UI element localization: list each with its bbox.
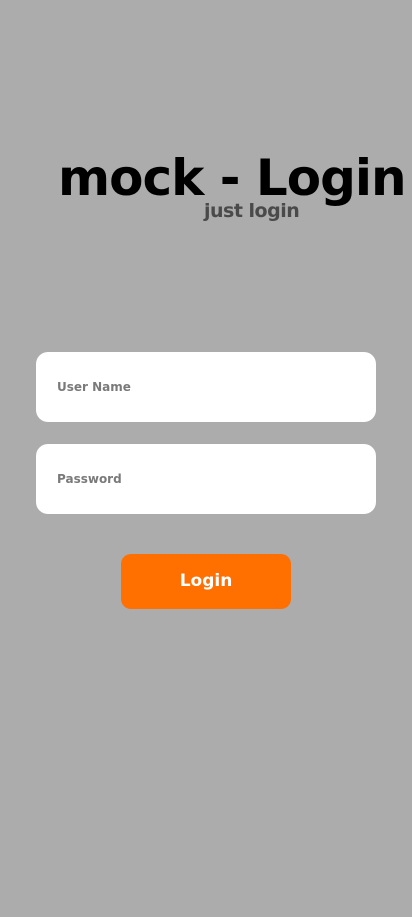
password-field[interactable]: [36, 444, 376, 514]
username-field[interactable]: [36, 352, 376, 422]
login-screen: mock - Login just login Login: [0, 0, 412, 917]
username-input[interactable]: [57, 380, 355, 394]
brand-header: mock - Login just login: [0, 148, 412, 238]
login-button[interactable]: Login: [121, 554, 291, 609]
password-input[interactable]: [57, 472, 355, 486]
app-subtitle: just login: [204, 200, 300, 222]
